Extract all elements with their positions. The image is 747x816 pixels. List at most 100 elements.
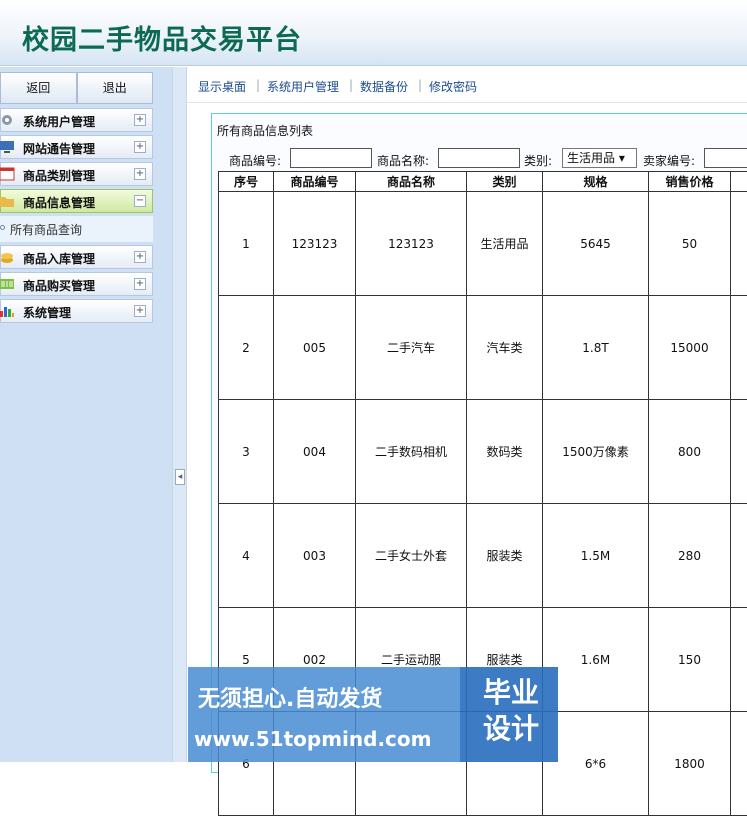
cell-category: 数码类 <box>467 400 543 504</box>
sidebar-item-label: 商品类别管理 <box>23 167 95 184</box>
cell-code: 123123 <box>274 192 356 296</box>
col-header: 类别 <box>467 172 543 192</box>
sidebar-item-label: 商品购买管理 <box>23 277 95 294</box>
name-label: 商品名称: <box>377 152 429 169</box>
sidebar-item-users[interactable]: 系统用户管理 + <box>0 108 153 132</box>
coins-icon <box>0 250 15 264</box>
col-header: 库 <box>731 172 747 192</box>
watermark-badge: 毕业设计 <box>476 675 546 747</box>
cell-spec: 1500万像素 <box>543 400 649 504</box>
expand-icon[interactable]: + <box>134 251 146 263</box>
cell-code: 005 <box>274 296 356 400</box>
app-header: 校园二手物品交易平台 <box>0 0 747 66</box>
col-header: 序号 <box>219 172 274 192</box>
cell-spec: 5645 <box>543 192 649 296</box>
col-header: 商品编号 <box>274 172 356 192</box>
sidebar-splitter[interactable]: ◂ <box>172 67 187 762</box>
nav-show-desktop[interactable]: 显示桌面 <box>198 78 246 95</box>
expand-icon[interactable]: + <box>134 168 146 180</box>
nav-separator: | <box>418 78 422 92</box>
cell-price: 15000 <box>649 296 731 400</box>
sidebar-item-system[interactable]: 系统管理 + <box>0 299 153 323</box>
nav-data-backup[interactable]: 数据备份 <box>360 78 408 95</box>
sidebar-top-buttons: 返回 退出 <box>0 72 153 104</box>
watermark-left: 无须担心.自动发货 www.51topmind.com <box>188 667 460 762</box>
chevron-left-icon[interactable]: ◂ <box>175 469 185 485</box>
cell-stock: 1 <box>731 192 747 296</box>
sidebar-item-label: 系统用户管理 <box>23 113 95 130</box>
category-label: 类别: <box>524 152 552 169</box>
seller-label: 卖家编号: <box>643 152 695 169</box>
sidebar-subitem-all-goods[interactable]: 所有商品查询 <box>0 216 153 242</box>
seller-input[interactable] <box>704 148 747 168</box>
cell-index: 1 <box>219 192 274 296</box>
collapse-icon[interactable]: − <box>134 195 146 207</box>
expand-icon[interactable]: + <box>134 278 146 290</box>
table-row[interactable]: 4 003 二手女士外套 服装类 1.5M 280 <box>219 504 747 608</box>
cell-code: 004 <box>274 400 356 504</box>
nav-separator: | <box>256 78 260 92</box>
cell-spec: 1.8T <box>543 296 649 400</box>
bullet-icon <box>0 225 5 230</box>
code-label: 商品编号: <box>229 152 281 169</box>
category-select[interactable]: 生活用品 ▾ <box>562 148 637 168</box>
table-row[interactable]: 2 005 二手汽车 汽车类 1.8T 15000 1 <box>219 296 747 400</box>
watermark-url: www.51topmind.com <box>194 727 431 751</box>
gear-icon <box>0 113 15 127</box>
cell-index: 4 <box>219 504 274 608</box>
bar-chart-icon <box>0 304 15 318</box>
search-filters: 商品编号: 商品名称: 类别: 生活用品 ▾ 卖家编号: <box>212 148 747 170</box>
cell-price: 1800 <box>649 712 731 816</box>
cell-name: 二手汽车 <box>356 296 467 400</box>
sidebar-item-label: 商品入库管理 <box>23 250 95 267</box>
expand-icon[interactable]: + <box>134 305 146 317</box>
expand-icon[interactable]: + <box>134 114 146 126</box>
sidebar-item-label: 系统管理 <box>23 304 71 321</box>
folder-icon <box>0 194 15 208</box>
col-header: 销售价格 <box>649 172 731 192</box>
sidebar-item-purchase[interactable]: 商品购买管理 + <box>0 272 153 296</box>
code-input[interactable] <box>290 148 372 168</box>
sidebar-item-label: 网站通告管理 <box>23 140 95 157</box>
sidebar-item-goods-info[interactable]: 商品信息管理 − <box>0 189 153 213</box>
table-row[interactable]: 1 123123 123123 生活用品 5645 50 1 <box>219 192 747 296</box>
sidebar-item-notices[interactable]: 网站通告管理 + <box>0 135 153 159</box>
panel-title: 所有商品信息列表 <box>217 122 313 139</box>
cell-price: 150 <box>649 608 731 712</box>
cell-price: 800 <box>649 400 731 504</box>
cell-category: 汽车类 <box>467 296 543 400</box>
cell-spec: 6*6 <box>543 712 649 816</box>
nav-user-management[interactable]: 系统用户管理 <box>267 78 339 95</box>
watermark-line1: 无须担心.自动发货 <box>198 681 382 713</box>
cell-index: 2 <box>219 296 274 400</box>
table-row[interactable]: 3 004 二手数码相机 数码类 1500万像素 800 3 <box>219 400 747 504</box>
sidebar-subitem-label: 所有商品查询 <box>10 221 82 238</box>
sidebar-menu: 系统用户管理 + 网站通告管理 + 商品类别管理 + 商品信息管理 − 所有商品… <box>0 108 153 326</box>
sidebar-item-stock-in[interactable]: 商品入库管理 + <box>0 245 153 269</box>
watermark-banner: 无须担心.自动发货 www.51topmind.com 毕业设计 <box>188 667 558 762</box>
logout-button[interactable]: 退出 <box>77 72 154 104</box>
cell-stock <box>731 504 747 608</box>
cell-code: 003 <box>274 504 356 608</box>
cell-name: 二手女士外套 <box>356 504 467 608</box>
nav-change-password[interactable]: 修改密码 <box>429 78 477 95</box>
back-button[interactable]: 返回 <box>0 72 77 104</box>
sidebar: 返回 退出 系统用户管理 + 网站通告管理 + 商品类别管理 + 商品信息管理 … <box>0 67 172 762</box>
cell-stock: 4 <box>731 608 747 712</box>
barcode-icon <box>0 277 15 291</box>
monitor-icon <box>0 140 15 154</box>
sidebar-item-categories[interactable]: 商品类别管理 + <box>0 162 153 186</box>
cell-stock: 1 <box>731 712 747 816</box>
cell-index: 3 <box>219 400 274 504</box>
name-input[interactable] <box>438 148 520 168</box>
sidebar-item-label: 商品信息管理 <box>23 194 95 211</box>
expand-icon[interactable]: + <box>134 141 146 153</box>
watermark-right: 毕业设计 <box>460 667 558 762</box>
app-title: 校园二手物品交易平台 <box>22 18 302 57</box>
cell-category: 服装类 <box>467 504 543 608</box>
calendar-icon <box>0 167 15 181</box>
cell-price: 280 <box>649 504 731 608</box>
cell-spec: 1.6M <box>543 608 649 712</box>
cell-category: 生活用品 <box>467 192 543 296</box>
table-header-row: 序号 商品编号 商品名称 类别 规格 销售价格 库 <box>219 172 747 192</box>
